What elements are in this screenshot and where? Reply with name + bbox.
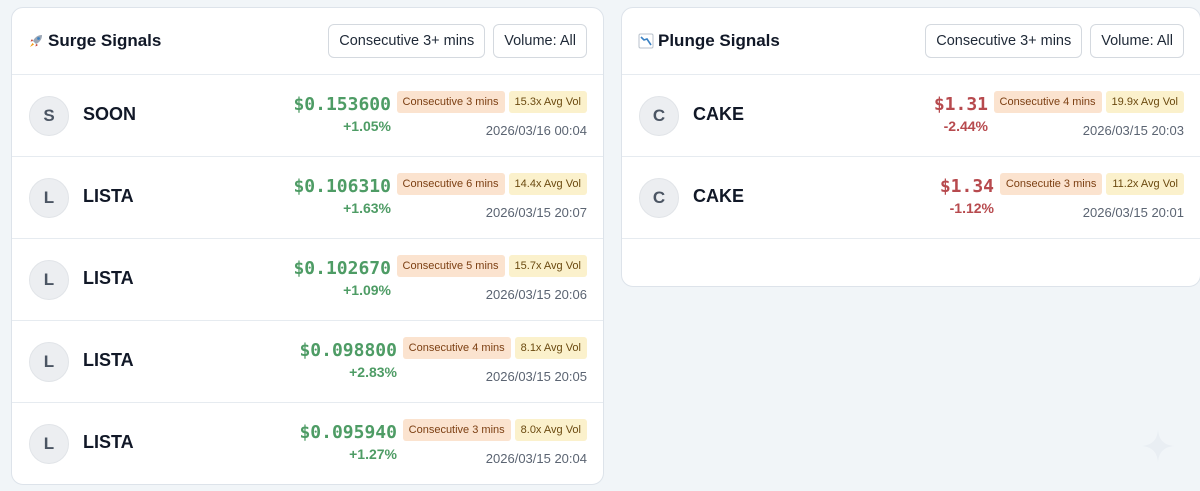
volume-badge: 8.1x Avg Vol [514, 337, 587, 359]
surge-panel-title: Surge Signals [28, 31, 161, 51]
signal-badges: Consecutie 3 mins 11.2x Avg Vol [999, 173, 1184, 195]
token-price: $1.31 [933, 94, 988, 115]
price-block: $0.095940 +1.27% [299, 421, 397, 463]
plunge-signal-row[interactable]: C CAKE $1.31 -2.44% Consecutive 4 mins 19.9x … [622, 75, 1200, 157]
signal-timestamp: 2026/03/15 20:06 [485, 287, 587, 302]
price-block: $1.31 -2.44% [934, 93, 988, 135]
surge-signals-panel: Surge Signals Consecutive 3+ mins Volume… [11, 7, 604, 485]
signal-badges: Consecutive 6 mins 14.4x Avg Vol [396, 173, 587, 195]
plunge-filters: Consecutive 3+ mins Volume: All [925, 24, 1184, 58]
signal-timestamp: 2026/03/15 20:01 [1082, 205, 1184, 220]
surge-consecutive-filter-button[interactable]: Consecutive 3+ mins [328, 24, 486, 58]
token-symbol: SOON [83, 104, 137, 124]
surge-signal-row[interactable]: L LISTA $0.102670 +1.09% Consecutive 5 mins 1… [12, 239, 603, 321]
volume-badge: 15.7x Avg Vol [508, 255, 587, 277]
price-change: +1.05% [343, 118, 391, 134]
rocket-icon [28, 33, 44, 49]
surge-signal-list: S SOON $0.153600 +1.05% Consecutive 3 mins 15… [12, 75, 603, 484]
signal-badges: Consecutive 5 mins 15.7x Avg Vol [396, 255, 587, 277]
signal-timestamp: 2026/03/15 20:07 [485, 205, 587, 220]
price-block: $0.098800 +2.83% [299, 339, 397, 381]
volume-badge: 11.2x Avg Vol [1106, 173, 1184, 195]
signal-timestamp: 2026/03/15 20:03 [1082, 123, 1184, 138]
plunge-title-text: Plunge Signals [658, 31, 780, 50]
surge-signal-row[interactable]: L LISTA $0.095940 +1.27% Consecutive 3 mins 8… [12, 403, 603, 484]
consecutive-badge: Consecutie 3 mins [999, 173, 1103, 195]
price-block: $0.102670 +1.09% [293, 257, 391, 299]
surge-signal-row[interactable]: L LISTA $0.098800 +2.83% Consecutive 4 mins 8… [12, 321, 603, 403]
chart-decreasing-icon [638, 33, 654, 49]
token-symbol: CAKE [693, 186, 745, 206]
token-price: $0.095940 [299, 422, 397, 443]
surge-signal-row[interactable]: S SOON $0.153600 +1.05% Consecutive 3 mins 15… [12, 75, 603, 157]
volume-badge: 19.9x Avg Vol [1105, 91, 1184, 113]
surge-title-text: Surge Signals [48, 31, 162, 50]
price-change: +1.63% [343, 200, 391, 216]
surge-panel-header: Surge Signals Consecutive 3+ mins Volume… [12, 8, 603, 75]
plunge-signals-panel: Plunge Signals Consecutive 3+ mins Volum… [621, 7, 1200, 287]
token-price: $0.106310 [293, 176, 391, 197]
token-symbol: LISTA [83, 268, 134, 288]
consecutive-badge: Consecutive 3 mins [402, 419, 511, 441]
token-symbol: CAKE [693, 104, 745, 124]
price-change: +1.27% [349, 446, 397, 462]
token-avatar: C [639, 96, 679, 136]
sparkle-icon [1142, 430, 1174, 462]
signal-timestamp: 2026/03/15 20:04 [485, 451, 587, 466]
consecutive-badge: Consecutive 3 mins [396, 91, 505, 113]
token-avatar: L [29, 424, 69, 464]
price-change: +2.83% [349, 364, 397, 380]
token-avatar: L [29, 178, 69, 218]
consecutive-badge: Consecutive 5 mins [396, 255, 505, 277]
plunge-panel-header: Plunge Signals Consecutive 3+ mins Volum… [622, 8, 1200, 75]
token-price: $0.153600 [293, 94, 391, 115]
price-change: +1.09% [343, 282, 391, 298]
token-price: $1.34 [939, 176, 994, 197]
token-avatar: S [29, 96, 69, 136]
surge-signal-row[interactable]: L LISTA $0.106310 +1.63% Consecutive 6 mins 1… [12, 157, 603, 239]
volume-badge: 15.3x Avg Vol [508, 91, 587, 113]
surge-filters: Consecutive 3+ mins Volume: All [328, 24, 587, 58]
token-price: $0.102670 [293, 258, 391, 279]
plunge-panel-title: Plunge Signals [638, 31, 780, 51]
signal-badges: Consecutive 4 mins 19.9x Avg Vol [993, 91, 1184, 113]
price-change: -1.12% [949, 200, 994, 216]
consecutive-badge: Consecutive 4 mins [993, 91, 1102, 113]
signal-badges: Consecutive 3 mins 15.3x Avg Vol [396, 91, 587, 113]
token-avatar: C [639, 178, 679, 218]
consecutive-badge: Consecutive 6 mins [396, 173, 505, 195]
token-symbol: LISTA [83, 350, 134, 370]
price-block: $0.153600 +1.05% [293, 93, 391, 135]
plunge-signal-list: C CAKE $1.31 -2.44% Consecutive 4 mins 19.9x … [622, 75, 1200, 239]
token-symbol: LISTA [83, 186, 134, 206]
price-change: -2.44% [943, 118, 988, 134]
signal-timestamp: 2026/03/16 00:04 [485, 123, 587, 138]
token-price: $0.098800 [299, 340, 397, 361]
signal-badges: Consecutive 4 mins 8.1x Avg Vol [402, 337, 587, 359]
price-block: $1.34 -1.12% [940, 175, 994, 217]
signal-badges: Consecutive 3 mins 8.0x Avg Vol [402, 419, 587, 441]
plunge-volume-filter-button[interactable]: Volume: All [1090, 24, 1184, 58]
volume-badge: 8.0x Avg Vol [514, 419, 587, 441]
token-avatar: L [29, 342, 69, 382]
signal-timestamp: 2026/03/15 20:05 [485, 369, 587, 384]
surge-volume-filter-button[interactable]: Volume: All [493, 24, 587, 58]
token-avatar: L [29, 260, 69, 300]
price-block: $0.106310 +1.63% [293, 175, 391, 217]
plunge-consecutive-filter-button[interactable]: Consecutive 3+ mins [925, 24, 1083, 58]
consecutive-badge: Consecutive 4 mins [402, 337, 511, 359]
volume-badge: 14.4x Avg Vol [508, 173, 587, 195]
token-symbol: LISTA [83, 432, 134, 452]
plunge-signal-row[interactable]: C CAKE $1.34 -1.12% Consecutie 3 mins 11.2x A… [622, 157, 1200, 239]
